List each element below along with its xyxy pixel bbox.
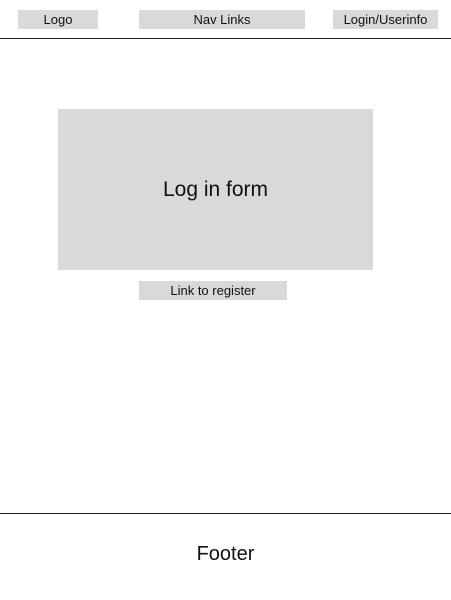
footer-label: Footer bbox=[196, 543, 255, 565]
header-divider bbox=[0, 38, 451, 39]
logo[interactable]: Logo bbox=[18, 10, 98, 29]
footer-divider bbox=[0, 513, 451, 514]
nav-links[interactable]: Nav Links bbox=[139, 10, 305, 29]
register-link[interactable]: Link to register bbox=[139, 281, 287, 300]
wireframe-page: Logo Nav Links Login/Userinfo Log in for… bbox=[0, 0, 451, 600]
login-form[interactable]: Log in form bbox=[58, 109, 373, 270]
login-userinfo[interactable]: Login/Userinfo bbox=[333, 10, 438, 29]
